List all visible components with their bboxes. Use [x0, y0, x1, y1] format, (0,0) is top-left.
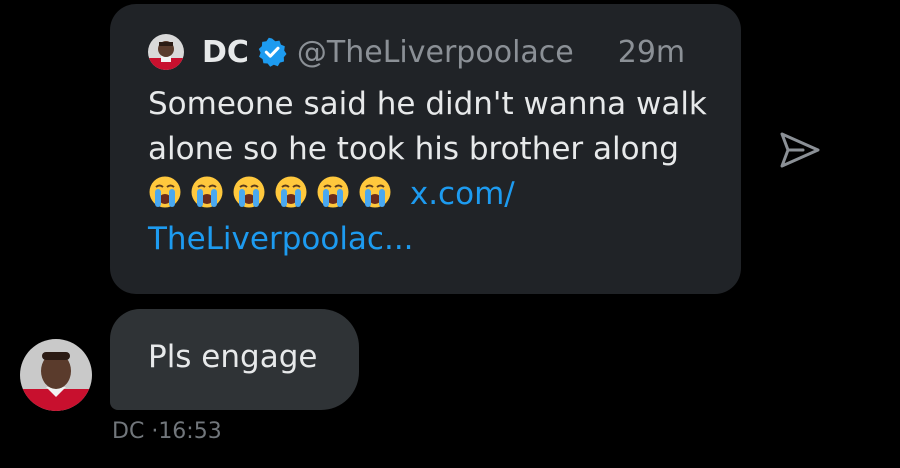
quoted-post-time[interactable]: 29m [618, 35, 685, 70]
quoted-author-handle[interactable]: @TheLiverpoolace [297, 35, 574, 70]
quoted-author-name[interactable]: DC [202, 35, 249, 70]
quoted-post-card[interactable]: DC @TheLiverpoolace 29m Someone said he … [110, 4, 741, 294]
message-time: 16:53 [158, 419, 222, 444]
message-text: Pls engage [148, 339, 318, 375]
send-icon[interactable] [779, 131, 821, 169]
verified-badge-icon [257, 37, 287, 67]
quoted-text-line: Someone said he didn't wanna walk [148, 86, 707, 122]
message-meta: DC ·16:53 [112, 419, 222, 444]
emoji-row [148, 176, 410, 212]
message-sender: DC [112, 419, 145, 444]
loudly-crying-face-icon [316, 175, 350, 209]
loudly-crying-face-icon [148, 175, 182, 209]
post-link-continued[interactable]: TheLiverpoolac... [148, 221, 414, 257]
quoted-author-avatar[interactable] [148, 34, 184, 70]
message-bubble[interactable]: Pls engage [110, 309, 359, 410]
loudly-crying-face-icon [232, 175, 266, 209]
quoted-post-text: Someone said he didn't wanna walk alone … [148, 82, 708, 262]
sender-avatar[interactable] [20, 339, 92, 411]
post-link[interactable]: x.com/ [410, 176, 515, 212]
quoted-post-header: DC @TheLiverpoolace 29m [148, 30, 705, 74]
loudly-crying-face-icon [190, 175, 224, 209]
quoted-text-line: alone so he took his brother along [148, 131, 679, 167]
loudly-crying-face-icon [274, 175, 308, 209]
loudly-crying-face-icon [358, 175, 392, 209]
